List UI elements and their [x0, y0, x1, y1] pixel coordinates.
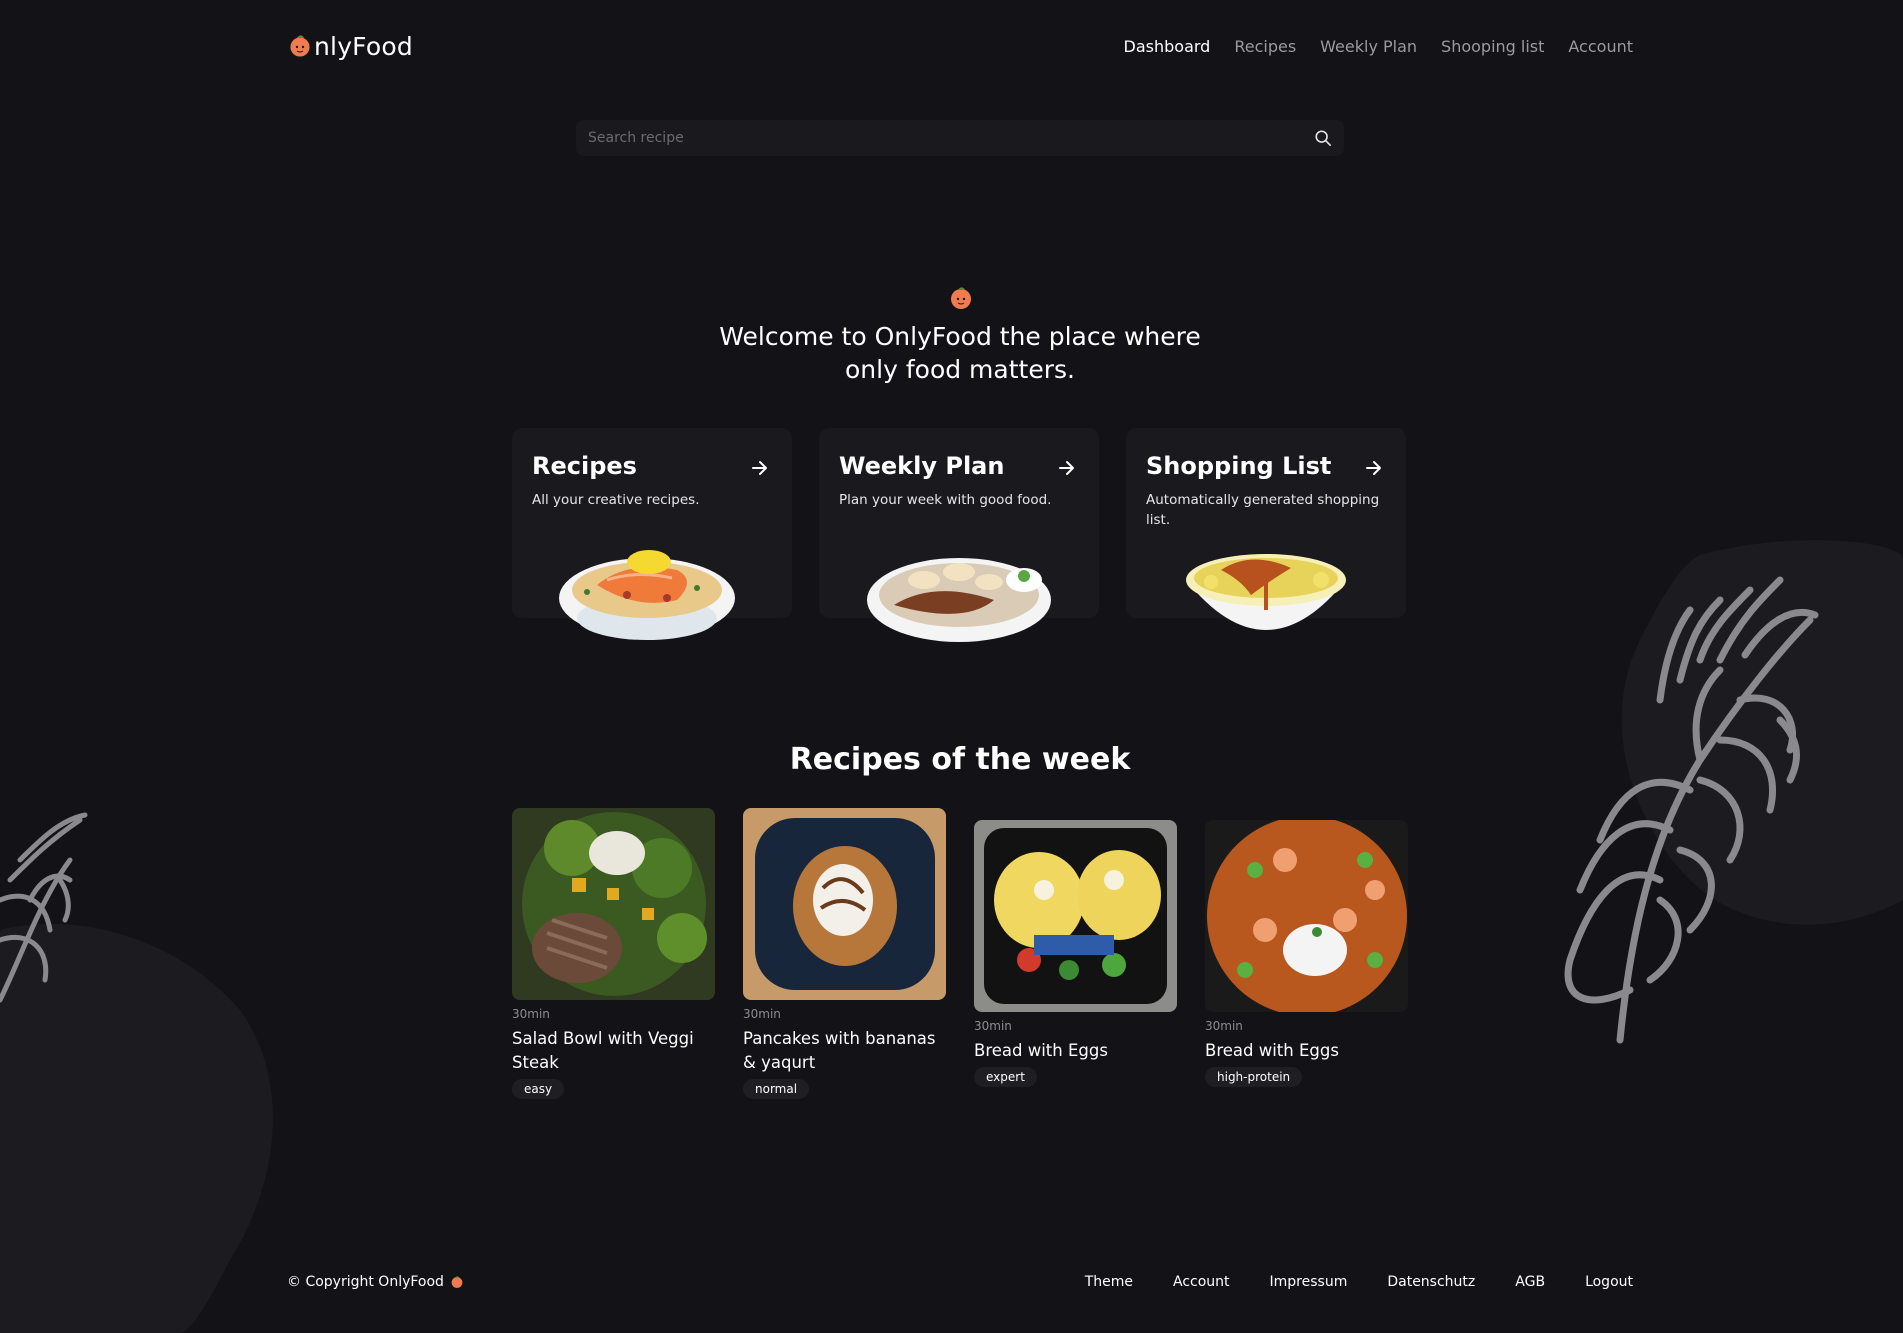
potato-bowl-image — [1186, 554, 1346, 630]
recipe-name: Bread with Eggs — [974, 1041, 1108, 1060]
arrow-right-icon[interactable] — [1057, 458, 1077, 478]
footer-link-theme[interactable]: Theme — [1085, 1274, 1133, 1290]
logo[interactable]: nlyFood — [287, 32, 413, 61]
recipes-card[interactable]: Recipes All your creative recipes. — [512, 428, 792, 640]
peach-logo-icon — [289, 35, 311, 58]
recipe-name: Salad Bowl with Veggi Steak — [512, 1029, 694, 1072]
dumplings-dish-image — [867, 558, 1051, 642]
recipe-image — [1205, 820, 1408, 1012]
card-title: Recipes — [532, 452, 637, 480]
footer-links: Theme Account Impressum Datenschutz AGB … — [1085, 1274, 1633, 1290]
peach-icon — [951, 287, 971, 309]
nav-account[interactable]: Account — [1568, 37, 1633, 56]
shopping-list-card[interactable]: Shopping List Automatically generated sh… — [1126, 428, 1406, 630]
recipe-card[interactable]: 30min Bread with Eggs expert — [974, 820, 1177, 1087]
section-title: Recipes of the week — [789, 742, 1131, 777]
card-subtitle: Automatically generated shopping list. — [1146, 492, 1380, 528]
recipe-time: 30min — [1205, 1019, 1243, 1033]
footer-link-logout[interactable]: Logout — [1585, 1274, 1633, 1290]
search-icon[interactable] — [1314, 129, 1332, 147]
nav-shopping-list[interactable]: Shooping list — [1441, 37, 1544, 56]
nav-weekly-plan[interactable]: Weekly Plan — [1320, 37, 1417, 56]
recipe-card[interactable]: 30min Bread with Eggs high-protein — [1205, 820, 1408, 1087]
recipe-time: 30min — [974, 1019, 1012, 1033]
hero-line-2: only food matters. — [845, 355, 1075, 384]
recipe-card[interactable]: 30min Salad Bowl with Veggi Steak easy — [512, 808, 715, 1099]
hero-title: Welcome to OnlyFood the place where only… — [660, 320, 1260, 386]
recipe-image — [512, 808, 715, 1000]
header: nlyFood Dashboard Recipes Weekly Plan Sh… — [287, 28, 1633, 64]
salmon-pasta-dish-image — [559, 550, 735, 640]
card-subtitle: All your creative recipes. — [532, 492, 700, 508]
footer-link-datenschutz[interactable]: Datenschutz — [1387, 1274, 1475, 1290]
difficulty-badge: expert — [974, 1067, 1037, 1087]
difficulty-badge: easy — [512, 1079, 565, 1099]
nav-recipes[interactable]: Recipes — [1234, 37, 1296, 56]
card-subtitle: Plan your week with good food. — [839, 492, 1052, 508]
difficulty-badge: high-protein — [1205, 1067, 1303, 1087]
hero-line-1: Welcome to OnlyFood the place where — [719, 322, 1201, 351]
recipe-time: 30min — [512, 1007, 550, 1021]
peach-icon — [451, 1276, 463, 1288]
recipe-name: Bread with Eggs — [1205, 1041, 1339, 1060]
footer-link-account[interactable]: Account — [1173, 1274, 1230, 1290]
nav-dashboard[interactable]: Dashboard — [1124, 37, 1211, 56]
copyright-text: © Copyright OnlyFood — [287, 1274, 444, 1290]
recipe-card[interactable]: 30min Pancakes with bananas & yaqurt nor… — [743, 808, 946, 1099]
footer-link-impressum[interactable]: Impressum — [1270, 1274, 1348, 1290]
main-nav: Dashboard Recipes Weekly Plan Shooping l… — [1124, 37, 1633, 56]
search-input[interactable] — [588, 130, 1314, 146]
arrow-right-icon[interactable] — [1364, 458, 1384, 478]
recipe-time: 30min — [743, 1007, 781, 1021]
difficulty-badge: normal — [743, 1079, 810, 1099]
recipe-image — [974, 820, 1177, 1012]
weekly-plan-card[interactable]: Weekly Plan Plan your week with good foo… — [819, 428, 1099, 642]
footer: © Copyright OnlyFood Theme Account Impre… — [287, 1270, 1633, 1294]
feature-cards: Recipes All your creative recipes. Weekl… — [512, 428, 1407, 658]
search-bar — [576, 120, 1344, 156]
arrow-right-icon[interactable] — [750, 458, 770, 478]
card-title: Weekly Plan — [839, 452, 1005, 480]
recipe-image — [743, 808, 946, 1000]
recipe-name: Pancakes with bananas & yaqurt — [743, 1029, 936, 1072]
logo-text: nlyFood — [314, 31, 413, 61]
card-title: Shopping List — [1146, 452, 1332, 480]
copyright: © Copyright OnlyFood — [287, 1274, 464, 1290]
footer-link-agb[interactable]: AGB — [1515, 1274, 1545, 1290]
